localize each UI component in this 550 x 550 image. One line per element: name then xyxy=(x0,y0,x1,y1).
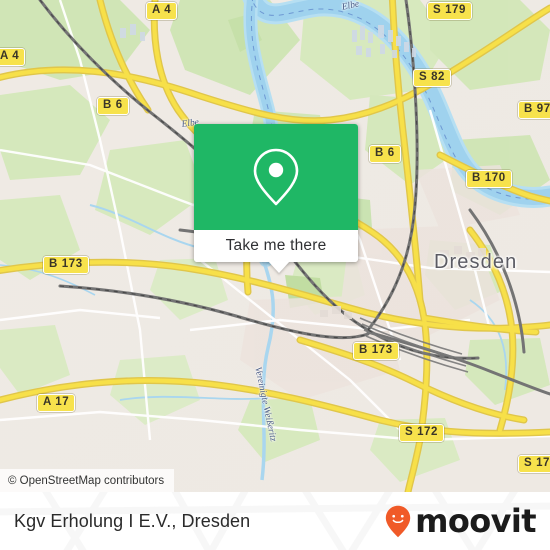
route-shield: B 170 xyxy=(466,170,512,188)
route-shield: B 173 xyxy=(353,342,399,360)
route-shield: B 6 xyxy=(369,145,401,163)
attribution-text: © OpenStreetMap contributors xyxy=(8,474,165,487)
moovit-wordmark: moovit xyxy=(415,502,536,540)
route-shield: S 172 xyxy=(518,455,550,473)
place-popup[interactable]: Take me there xyxy=(194,124,358,273)
route-shield: S 179 xyxy=(427,2,473,20)
take-me-there-button[interactable]: Take me there xyxy=(194,230,358,262)
route-shield: A 4 xyxy=(0,48,26,66)
route-shield: S 82 xyxy=(413,69,452,87)
map-screenshot: A 4 A 4 S 179 S 82 B 6 B 97 B 6 B 170 B 173 B 173… xyxy=(0,0,550,550)
city-label: Dresden xyxy=(434,251,518,273)
route-shield: A 4 xyxy=(146,2,178,20)
popup-tail xyxy=(268,261,290,273)
map-attribution[interactable]: © OpenStreetMap contributors xyxy=(0,469,175,492)
place-title: Kgv Erholung I E.V., Dresden xyxy=(14,510,251,531)
popup-icon-panel xyxy=(194,124,358,230)
moovit-smiley-pin-icon xyxy=(385,505,411,537)
route-shield: A 17 xyxy=(37,394,76,412)
take-me-there-label: Take me there xyxy=(225,237,327,254)
route-shield: B 97 xyxy=(518,101,550,119)
route-shield: B 173 xyxy=(43,256,89,274)
moovit-logo[interactable]: moovit xyxy=(385,502,537,540)
footer-bar: Kgv Erholung I E.V., Dresden moovit xyxy=(0,492,550,550)
map-pin-icon xyxy=(253,148,299,206)
map-canvas[interactable]: A 4 A 4 S 179 S 82 B 6 B 97 B 6 B 170 B 173 B 173… xyxy=(0,0,550,492)
route-shield: S 172 xyxy=(399,424,445,442)
route-shield: B 6 xyxy=(97,97,129,115)
